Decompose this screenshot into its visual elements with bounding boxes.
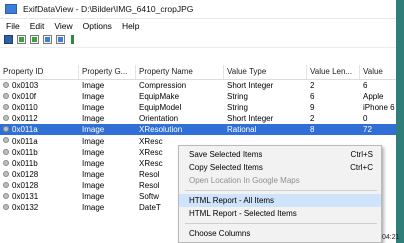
menu-bar: File Edit View Options Help [0, 19, 404, 32]
pin-icon [3, 81, 9, 88]
menu-item-choose-columns[interactable]: Choose Columns [179, 227, 381, 240]
cell-id: 0x010f [12, 92, 37, 102]
cell-group: Image [82, 114, 105, 124]
cell-name: Compression [139, 81, 187, 91]
cell-type: Short Integer [227, 81, 274, 91]
pin-icon [3, 137, 9, 144]
cell-length: 2 [310, 81, 315, 91]
col-property-group[interactable]: Property G... [79, 65, 136, 79]
cell-group: Image [82, 158, 105, 168]
cell-id: 0x0131 [12, 191, 39, 201]
cell-group: Image [82, 203, 105, 213]
menu-file[interactable]: File [2, 21, 26, 31]
menu-separator [185, 190, 377, 191]
menu-view[interactable]: View [50, 21, 78, 31]
menu-item-open-google-maps: Open Location In Google Maps [179, 174, 381, 187]
cell-length: 6 [310, 92, 315, 102]
table-header: Property ID Property G... Property Name … [0, 65, 404, 80]
cell-group: Image [82, 125, 105, 135]
col-value-length[interactable]: Value Len... [307, 65, 360, 79]
cell-name: EquipModel [139, 103, 182, 113]
menu-item-label: HTML Report - All Items [189, 196, 275, 205]
refresh-icon[interactable] [56, 35, 65, 44]
menu-item-label: Open Location In Google Maps [189, 176, 300, 185]
cell-type: Rational [227, 125, 257, 135]
menu-item-html-report-selected[interactable]: HTML Report - Selected Items [179, 207, 381, 220]
save-icon[interactable] [4, 35, 13, 44]
menu-options[interactable]: Options [79, 21, 118, 31]
col-value-type[interactable]: Value Type [224, 65, 307, 79]
cell-id: 0x011a [12, 136, 38, 146]
app-icon [5, 4, 17, 14]
menu-item-html-report-all[interactable]: HTML Report - All Items [179, 194, 381, 207]
cell-length: 2 [310, 114, 315, 124]
menu-item-save-selected[interactable]: Save Selected Items Ctrl+S [179, 148, 381, 161]
cell-id: 0x0128 [12, 169, 39, 179]
cell-name: EquipMake [139, 92, 180, 102]
col-property-id[interactable]: Property ID [0, 65, 79, 79]
cell-id: 0x011a [12, 125, 38, 135]
cell-id: 0x0103 [12, 81, 39, 91]
pin-icon [3, 203, 9, 210]
table-row[interactable]: 0x0110 Image EquipModel String 9 iPhone … [0, 102, 404, 113]
pin-icon [3, 115, 9, 122]
table-row[interactable]: 0x0103 Image Compression Short Integer 2… [0, 80, 404, 91]
cell-id: 0x011b [12, 147, 38, 157]
taskbar-clock: 04:21 [382, 234, 400, 241]
cell-group: Image [82, 180, 105, 190]
menu-edit[interactable]: Edit [26, 21, 51, 31]
col-property-name[interactable]: Property Name [136, 65, 224, 79]
menu-item-label: Save Selected Items [189, 150, 263, 159]
pin-icon [3, 148, 9, 155]
cell-type: String [227, 92, 248, 102]
pin-icon [3, 104, 9, 111]
cell-group: Image [82, 81, 105, 91]
pin-icon [3, 93, 9, 100]
run-icon[interactable] [69, 35, 77, 44]
toolbar [0, 32, 404, 48]
cell-type: Short Integer [227, 114, 274, 124]
report-icon[interactable] [17, 35, 26, 44]
cell-length: 8 [310, 125, 315, 135]
desktop-edge [396, 0, 404, 243]
menu-item-label: Choose Columns [189, 229, 251, 238]
cell-group: Image [82, 147, 105, 157]
title-bar: ExifDataView - D:\Bilder\IMG_6410_cropJP… [0, 0, 404, 19]
exifdataview-window: ExifDataView - D:\Bilder\IMG_6410_cropJP… [0, 0, 404, 243]
pin-icon [3, 126, 9, 133]
menu-item-shortcut: Ctrl+S [350, 150, 373, 159]
menu-separator [185, 223, 377, 224]
menu-item-copy-selected[interactable]: Copy Selected Items Ctrl+C [179, 161, 381, 174]
pin-icon [3, 170, 9, 177]
cell-id: 0x0110 [12, 103, 38, 113]
properties-icon[interactable] [43, 35, 52, 44]
pin-icon [3, 159, 9, 166]
context-menu: Save Selected Items Ctrl+S Copy Selected… [178, 145, 382, 243]
cell-length: 9 [310, 103, 315, 113]
pin-icon [3, 181, 9, 188]
cell-id: 0x011b [12, 158, 38, 168]
cell-id: 0x0112 [12, 114, 38, 124]
table-row[interactable]: 0x010f Image EquipMake String 6 Apple [0, 91, 404, 102]
cell-type: String [227, 103, 248, 113]
table-row-selected[interactable]: 0x011a Image XResolution Rational 8 72 [0, 124, 404, 136]
menu-item-shortcut: Ctrl+C [350, 163, 373, 172]
menu-item-label: Copy Selected Items [189, 163, 263, 172]
cell-group: Image [82, 169, 105, 179]
cell-group: Image [82, 103, 105, 113]
cell-id: 0x0132 [12, 203, 39, 213]
cell-group: Image [82, 136, 105, 146]
menu-help[interactable]: Help [118, 21, 145, 31]
table-row[interactable]: 0x0112 Image Orientation Short Integer 2… [0, 113, 404, 124]
cell-id: 0x0128 [12, 180, 39, 190]
menu-item-label: HTML Report - Selected Items [189, 209, 297, 218]
pin-icon [3, 192, 9, 199]
copy-icon[interactable] [30, 35, 39, 44]
cell-name: XResolution [139, 125, 183, 135]
window-title: ExifDataView - D:\Bilder\IMG_6410_cropJP… [23, 4, 194, 14]
cell-group: Image [82, 191, 105, 201]
cell-group: Image [82, 92, 105, 102]
cell-name: Orientation [139, 114, 179, 124]
